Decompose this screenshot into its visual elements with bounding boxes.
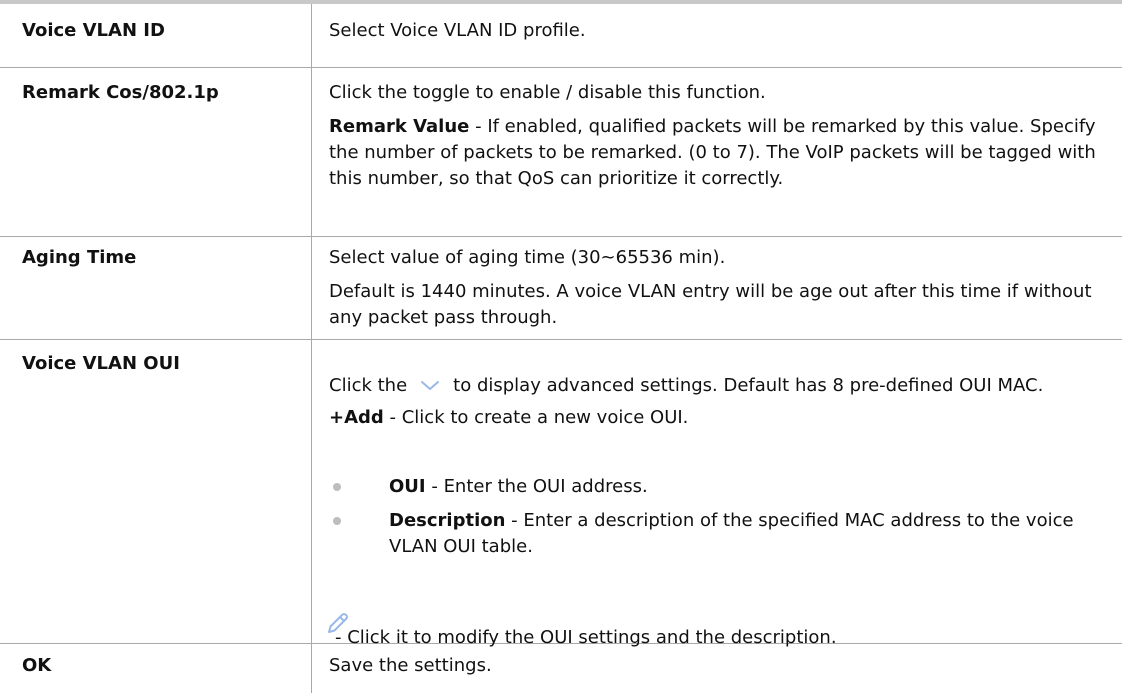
desc-bold-label: Remark Value — [329, 116, 470, 137]
desc-voice-vlan-id: Select Voice VLAN ID profile. — [329, 20, 586, 41]
term-remark-cos: Remark Cos/802.1p — [22, 82, 219, 103]
term-ok: OK — [22, 655, 52, 676]
chevron-down-icon — [413, 377, 447, 395]
desc-paragraph: Click the toggle to enable / disable thi… — [329, 82, 766, 103]
row-divider — [0, 236, 1122, 237]
bullet-icon — [333, 517, 341, 525]
term-voice-vlan-id: Voice VLAN ID — [22, 20, 165, 41]
column-divider — [311, 68, 312, 236]
desc-paragraph: Click the to display advanced settings. D… — [329, 373, 1099, 399]
desc-aging-time: Select value of aging time (30~65536 min… — [329, 245, 1099, 331]
list-item-bold: OUI — [389, 476, 426, 497]
bullet-icon — [333, 483, 341, 491]
desc-edit-hint: - Click it to modify the OUI settings an… — [335, 627, 837, 648]
row-divider — [0, 339, 1122, 340]
column-divider — [311, 340, 312, 643]
list-item-text: Description - Enter a description of the… — [389, 508, 1099, 560]
term-voice-vlan-oui: Voice VLAN OUI — [22, 353, 180, 374]
list-item-text: OUI - Enter the OUI address. — [389, 474, 1099, 500]
column-divider — [311, 644, 312, 693]
desc-voice-vlan-oui: Click the to display advanced settings. D… — [329, 373, 1099, 431]
row-divider — [0, 67, 1122, 68]
term-aging-time: Aging Time — [22, 247, 137, 268]
parameter-table: Voice VLAN ID Select Voice VLAN ID profi… — [0, 0, 1122, 693]
desc-text: to display advanced settings. Default ha… — [453, 375, 1044, 396]
list-item-rest: - Enter the OUI address. — [425, 476, 648, 497]
add-label: +Add — [329, 407, 384, 428]
desc-ok: Save the settings. — [329, 655, 492, 676]
desc-paragraph: Select value of aging time (30~65536 min… — [329, 247, 726, 268]
list-item-bold: Description — [389, 510, 506, 531]
column-divider — [311, 4, 312, 67]
desc-text: - Click to create a new voice OUI. — [383, 407, 689, 428]
desc-remark-cos: Click the toggle to enable / disable thi… — [329, 80, 1099, 192]
desc-paragraph: +Add - Click to create a new voice OUI. — [329, 405, 1099, 431]
table-top-rule — [0, 0, 1122, 4]
desc-paragraph: Remark Value - If enabled, qualified pac… — [329, 114, 1099, 192]
desc-text: Click the — [329, 375, 408, 396]
desc-paragraph: Default is 1440 minutes. A voice VLAN en… — [329, 281, 1092, 328]
column-divider — [311, 237, 312, 339]
